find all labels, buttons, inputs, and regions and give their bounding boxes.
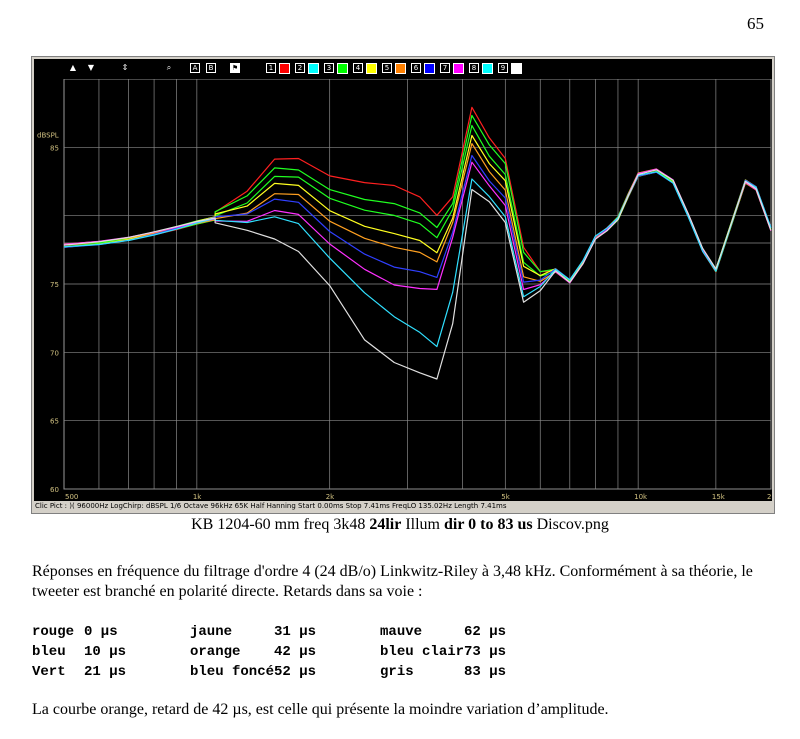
flag-icon[interactable]: ⚑ xyxy=(230,63,240,73)
y-tick-label: 70 xyxy=(50,349,59,357)
delay-value-cell: 52 µs xyxy=(274,664,317,680)
caption-prefix: KB 1204-60 mm freq 3k48 xyxy=(191,516,370,533)
down-arrow-icon[interactable]: ▼ xyxy=(86,63,96,73)
curve-button-2[interactable]: 2 xyxy=(295,63,305,73)
button-a[interactable]: A xyxy=(190,63,200,73)
x-tick-label: 15k xyxy=(712,493,726,501)
table-row: Vert 21 µs bleu foncé 52 µs gris 83 µs xyxy=(32,662,550,682)
figure-caption: KB 1204-60 mm freq 3k48 24lir Illum dir … xyxy=(0,516,800,534)
paragraph-conclusion: La courbe orange, retard de 42 µs, est c… xyxy=(32,701,609,718)
button-b[interactable]: B xyxy=(206,63,216,73)
graph-toolbar: ▲ ▼ ⇕ ⌕ A B ⚑ 1 2 3 4 5 6 7 8 9 xyxy=(34,59,772,79)
caption-middle: Illum xyxy=(401,516,444,533)
up-arrow-icon[interactable]: ▲ xyxy=(68,63,78,73)
color-name-cell: mauve xyxy=(380,624,423,640)
frequency-response-chart: dBSPL 85 75 70 65 60 500 1k 2k 5k 10k 15k 20k xyxy=(34,79,772,501)
delay-value-cell: 62 µs xyxy=(464,624,507,640)
curve-color-swatch[interactable] xyxy=(279,63,290,74)
curve-button-4[interactable]: 4 xyxy=(353,63,363,73)
curve-color-swatch[interactable] xyxy=(337,63,348,74)
color-name-cell: rouge xyxy=(32,624,75,640)
curve-color-swatch[interactable] xyxy=(482,63,493,74)
split-arrow-icon[interactable]: ⇕ xyxy=(120,63,130,73)
curve-color-swatch[interactable] xyxy=(395,63,406,74)
delay-value-cell: 42 µs xyxy=(274,644,317,660)
delay-value-cell: 10 µs xyxy=(84,644,127,660)
curve-button-3[interactable]: 3 xyxy=(324,63,334,73)
color-name-cell: bleu xyxy=(32,644,66,660)
color-name-cell: bleu foncé xyxy=(190,664,275,680)
plot-background xyxy=(34,79,772,501)
caption-suffix: Discov.png xyxy=(532,516,609,533)
curve-button-5[interactable]: 5 xyxy=(382,63,392,73)
curve-button-7[interactable]: 7 xyxy=(440,63,450,73)
zoom-icon[interactable]: ⌕ xyxy=(164,63,174,73)
delay-value-cell: 73 µs xyxy=(464,644,507,660)
color-name-cell: gris xyxy=(380,664,414,680)
delay-value-cell: 31 µs xyxy=(274,624,317,640)
x-tick-label: 2k xyxy=(326,493,335,501)
table-row: rouge 0 µs jaune 31 µs mauve 62 µs xyxy=(32,622,550,642)
x-tick-label: 500 xyxy=(65,493,78,501)
delay-value-cell: 83 µs xyxy=(464,664,507,680)
curve-color-swatch[interactable] xyxy=(308,63,319,74)
y-axis-label: dBSPL xyxy=(37,132,59,140)
curve-button-8[interactable]: 8 xyxy=(469,63,479,73)
color-name-cell: jaune xyxy=(190,624,233,640)
curve-color-swatch[interactable] xyxy=(453,63,464,74)
curve-color-swatch[interactable] xyxy=(366,63,377,74)
paragraph-description: Réponses en fréquence du filtrage d'ordr… xyxy=(32,563,753,600)
delay-value-cell: 0 µs xyxy=(84,624,118,640)
curve-color-swatch[interactable] xyxy=(511,63,522,74)
x-tick-label: 20k xyxy=(767,493,772,501)
caption-bold-filter: 24lir xyxy=(369,516,402,533)
table-row: bleu 10 µs orange 42 µs bleu clair 73 µs xyxy=(32,642,550,662)
curve-color-swatch[interactable] xyxy=(424,63,435,74)
curve-button-9[interactable]: 9 xyxy=(498,63,508,73)
page-number: 65 xyxy=(747,14,764,33)
curve-button-6[interactable]: 6 xyxy=(411,63,421,73)
delay-value-cell: 21 µs xyxy=(84,664,127,680)
color-name-cell: bleu clair xyxy=(380,644,465,660)
x-tick-label: 5k xyxy=(501,493,510,501)
y-tick-label: 65 xyxy=(50,418,59,426)
delays-table: rouge 0 µs jaune 31 µs mauve 62 µs bleu 10 µs or… xyxy=(32,622,550,682)
y-tick-label: 75 xyxy=(50,281,59,289)
x-tick-label: 1k xyxy=(193,493,202,501)
y-tick-label: 85 xyxy=(50,144,59,152)
curve-button-1[interactable]: 1 xyxy=(266,63,276,73)
measurement-screenshot: ▲ ▼ ⇕ ⌕ A B ⚑ 1 2 3 4 5 6 7 8 9 dBSPL 85 75 70 65 60 5… xyxy=(31,56,775,514)
color-name-cell: Vert xyxy=(32,664,66,680)
color-name-cell: orange xyxy=(190,644,241,660)
status-bar: Clic Pict : )( 96000Hz LogChirp: dBSPL 1… xyxy=(34,501,773,512)
x-tick-label: 10k xyxy=(634,493,648,501)
caption-bold-delays: dir 0 to 83 us xyxy=(443,516,533,533)
y-tick-label: 60 xyxy=(50,486,59,494)
